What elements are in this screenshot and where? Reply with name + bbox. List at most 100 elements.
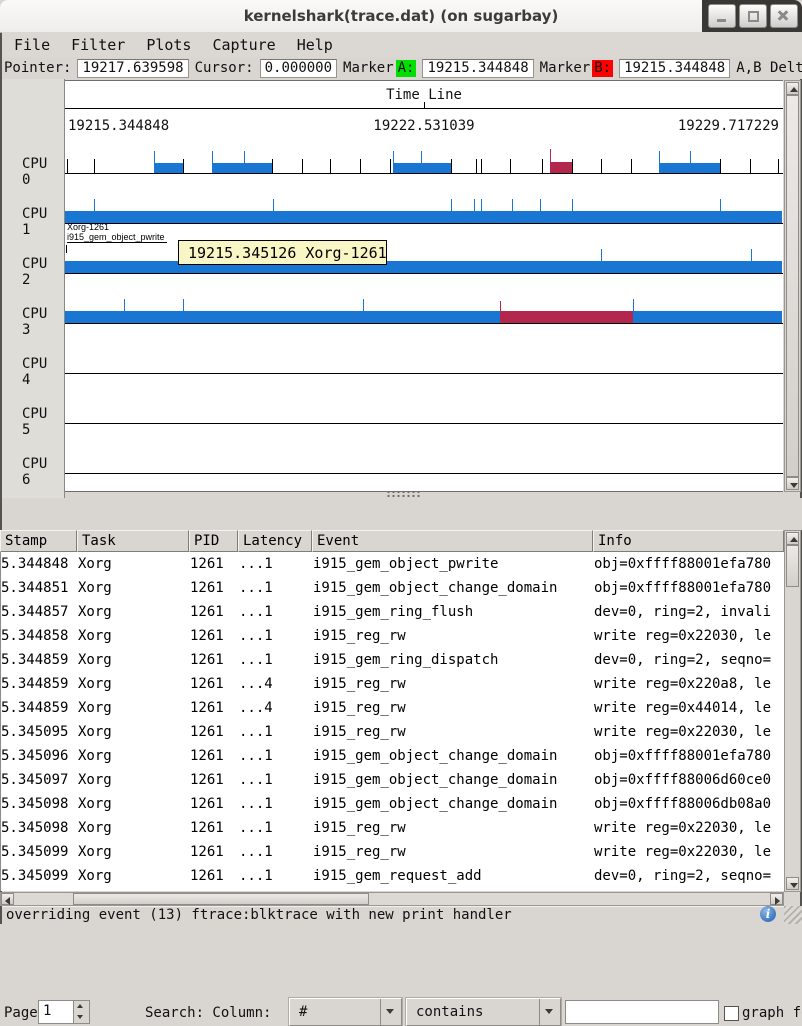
event-tick [601, 159, 602, 173]
page-spinner-arrows[interactable] [73, 1001, 89, 1023]
event-tick-blue [601, 249, 602, 261]
table-cell: 1261 [186, 840, 235, 864]
scroll-right-icon[interactable] [770, 893, 783, 905]
menu-bar: File Filter Plots Capture Help [2, 32, 802, 58]
marker-a-label: Marker [343, 60, 394, 76]
plot-area[interactable]: Time Line 19215.34484819222.53103919229.… [65, 80, 783, 492]
marker-b-badge[interactable]: B: [592, 60, 613, 77]
match-select[interactable]: contains [406, 998, 561, 1026]
info-icon[interactable]: i [760, 906, 776, 922]
table-cell: i915_gem_object_change_domain [309, 576, 590, 600]
table-cell: obj=0xffff88006db08a0 [590, 792, 781, 816]
graph-scroll-down-icon[interactable] [786, 477, 799, 490]
table-cell: Xorg [74, 768, 186, 792]
table-row[interactable]: 5.345095Xorg1261...1i915_reg_rwwrite reg… [1, 720, 784, 744]
table-cell: 1261 [186, 864, 235, 888]
menu-help[interactable]: Help [297, 36, 333, 54]
minimize-button[interactable] [708, 4, 736, 28]
table-row[interactable]: 5.345097Xorg1261...1i915_gem_object_chan… [1, 768, 784, 792]
table-cell: i915_reg_rw [309, 624, 590, 648]
table-scroll-thumb[interactable] [786, 545, 799, 587]
event-tick-blue [94, 199, 95, 211]
event-tick [778, 159, 779, 173]
column-header[interactable]: Info [593, 530, 784, 552]
table-header: StampTaskPIDLatencyEventInfo [0, 530, 784, 552]
column-header[interactable]: Task [77, 530, 189, 552]
table-row[interactable]: 5.345098Xorg1261...1i915_gem_object_chan… [1, 792, 784, 816]
event-tick-blue [124, 299, 125, 311]
close-button[interactable] [770, 4, 798, 28]
event-tick [67, 159, 68, 173]
cpu-baseline [65, 273, 783, 274]
cpu-baseline [65, 473, 783, 474]
table-cell: Xorg [74, 624, 186, 648]
cpu-row-label: CPU 4 [22, 356, 64, 372]
table-row[interactable]: 5.344859Xorg1261...1i915_gem_ring_dispat… [1, 648, 784, 672]
table-hscrollbar[interactable] [0, 892, 784, 906]
menu-capture[interactable]: Capture [212, 36, 275, 54]
chevron-down-icon[interactable] [539, 999, 560, 1025]
marker-a-value: 19215.344848 [422, 59, 533, 78]
event-tick-blue [572, 199, 573, 211]
table-row[interactable]: 5.345099Xorg1261...1i915_gem_request_add… [1, 864, 784, 888]
table-row[interactable]: 5.344857Xorg1261...1i915_gem_ring_flushd… [1, 600, 784, 624]
table-row[interactable]: 5.345096Xorg1261...1i915_gem_object_chan… [1, 744, 784, 768]
pane-splitter-handle[interactable] [386, 490, 420, 497]
maximize-button[interactable] [739, 4, 767, 28]
menu-file[interactable]: File [14, 36, 50, 54]
table-scroll-up-icon[interactable] [786, 532, 799, 545]
cpu-baseline [65, 423, 783, 424]
table-row[interactable]: 5.344848Xorg1261...1i915_gem_object_pwri… [1, 552, 784, 576]
table-row[interactable]: 5.344859Xorg1261...4i915_reg_rwwrite reg… [1, 696, 784, 720]
resize-grip[interactable] [784, 906, 802, 924]
event-tick-blue [659, 151, 660, 173]
table-row[interactable]: 5.344858Xorg1261...1i915_reg_rwwrite reg… [1, 624, 784, 648]
event-tick [66, 245, 67, 253]
table-cell: i915_reg_rw [309, 696, 590, 720]
event-tick [302, 159, 303, 173]
page-spinner[interactable]: 1 [38, 1000, 90, 1024]
hscroll-thumb[interactable] [73, 893, 369, 905]
event-table[interactable]: 5.344848Xorg1261...1i915_gem_object_pwri… [0, 552, 784, 891]
chevron-down-icon[interactable] [380, 999, 401, 1025]
column-header[interactable]: Latency [238, 530, 312, 552]
column-select[interactable]: # [289, 998, 402, 1026]
table-cell: 5.344857 [0, 600, 74, 624]
table-cell: Xorg [74, 840, 186, 864]
graph-scroll-thumb[interactable] [786, 95, 799, 477]
graph-follows-label: graph follows [742, 1005, 802, 1021]
table-row[interactable]: 5.345098Xorg1261...1i915_reg_rwwrite reg… [1, 816, 784, 840]
menu-plots[interactable]: Plots [146, 36, 191, 54]
event-tick-blue [720, 199, 721, 211]
table-row[interactable]: 5.345099Xorg1261...1i915_reg_rwwrite reg… [1, 840, 784, 864]
table-cell: Xorg [74, 864, 186, 888]
table-scroll-down-icon[interactable] [786, 877, 799, 890]
scroll-left-icon[interactable] [1, 893, 14, 905]
table-cell: ...1 [235, 744, 309, 768]
table-cell: Xorg [74, 720, 186, 744]
table-cell: 5.345098 [0, 792, 74, 816]
cursor-label: Cursor: [195, 60, 254, 76]
time-tick-label: 19229.717229 [678, 118, 779, 134]
event-tick-blue [273, 199, 274, 211]
menu-filter[interactable]: Filter [71, 36, 125, 54]
table-cell: 5.345099 [0, 840, 74, 864]
column-header[interactable]: Event [312, 530, 593, 552]
search-input[interactable] [565, 1000, 719, 1024]
column-header[interactable]: PID [189, 530, 238, 552]
table-cell: 1261 [186, 624, 235, 648]
title-bar[interactable]: kernelshark(trace.dat) (on sugarbay) [0, 0, 802, 33]
table-cell: i915_gem_object_change_domain [309, 768, 590, 792]
column-header[interactable]: Stamp [0, 530, 77, 552]
table-vscrollbar[interactable] [784, 530, 801, 892]
graph-scroll-up-icon[interactable] [786, 82, 799, 95]
event-tick-blue [690, 151, 691, 173]
marker-info-bar: Pointer: 19217.639598 Cursor: 0.000000 M… [2, 57, 802, 79]
table-cell: obj=0xffff88001efa780 [590, 744, 781, 768]
graph-vscrollbar[interactable] [784, 80, 801, 492]
graph-follows-checkbox[interactable] [724, 1006, 739, 1021]
table-row[interactable]: 5.344851Xorg1261...1i915_gem_object_chan… [1, 576, 784, 600]
cpu-row-label: CPU 3 [22, 306, 64, 322]
marker-a-badge[interactable]: A: [396, 60, 417, 77]
table-row[interactable]: 5.344859Xorg1261...4i915_reg_rwwrite reg… [1, 672, 784, 696]
